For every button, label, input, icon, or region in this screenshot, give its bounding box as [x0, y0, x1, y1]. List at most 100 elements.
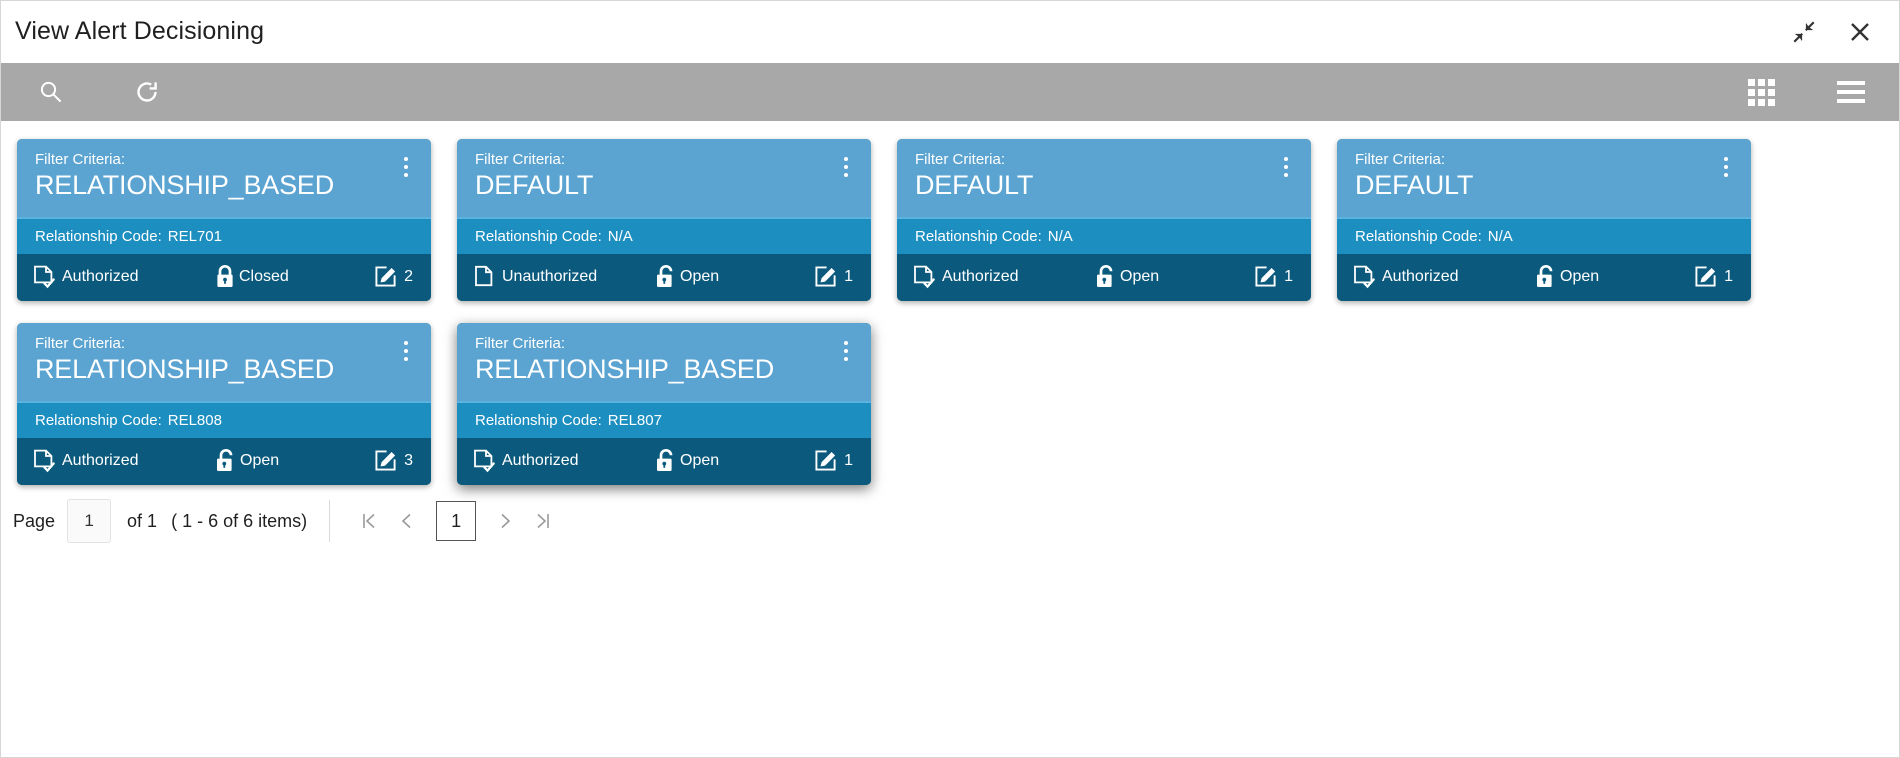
refresh-icon[interactable]: [121, 66, 173, 118]
lock-open-icon: [213, 448, 238, 473]
modification-count: 1: [844, 451, 853, 469]
more-options-icon[interactable]: [835, 337, 857, 365]
window-titlebar: View Alert Decisioning: [1, 1, 1899, 63]
card-relationship-row: Relationship Code: REL808: [17, 401, 431, 438]
modification-count: 2: [404, 267, 413, 285]
document-check-icon: [913, 265, 935, 289]
authorization-status: Authorized: [33, 449, 213, 473]
pagination-bar: Page of 1 ( 1 - 6 of 6 items) 1: [1, 485, 1899, 543]
filter-criteria-label: Filter Criteria:: [475, 151, 566, 168]
authorization-status-label: Unauthorized: [502, 267, 598, 285]
more-options-icon[interactable]: [835, 153, 857, 181]
document-check-icon: [473, 449, 495, 473]
document-check-icon: [33, 265, 55, 289]
authorization-status: Authorized: [33, 265, 213, 289]
edit-count-group[interactable]: 1: [814, 449, 857, 472]
relationship-code-label: Relationship Code:: [915, 228, 1042, 245]
filter-criteria-value: DEFAULT: [915, 169, 1034, 200]
edit-pencil-icon[interactable]: [374, 265, 397, 288]
record-status-label: Open: [1560, 267, 1600, 285]
relationship-code-value: N/A: [607, 228, 633, 245]
alert-decisioning-card[interactable]: Filter Criteria: RELATIONSHIP_BASED Relati…: [17, 139, 431, 301]
edit-pencil-icon[interactable]: [1254, 265, 1277, 288]
lock-open-icon: [653, 448, 678, 473]
page-title: View Alert Decisioning: [15, 17, 265, 45]
first-page-icon[interactable]: [350, 502, 388, 540]
relationship-code-value: N/A: [1487, 228, 1513, 245]
filter-criteria-value: RELATIONSHIP_BASED: [35, 169, 334, 200]
card-status-row: Authorized Open 1: [457, 438, 871, 485]
total-pages-text: of 1: [127, 510, 158, 531]
more-options-icon[interactable]: [395, 337, 417, 365]
lock-open-icon: [1093, 264, 1118, 289]
document-icon: [473, 265, 495, 289]
more-options-icon[interactable]: [395, 153, 417, 181]
alert-decisioning-card[interactable]: Filter Criteria: DEFAULT Relationship Code…: [897, 139, 1311, 301]
action-toolbar: [1, 63, 1899, 121]
next-page-icon[interactable]: [486, 502, 524, 540]
card-header: Filter Criteria: RELATIONSHIP_BASED: [17, 139, 431, 217]
filter-criteria-value: RELATIONSHIP_BASED: [475, 353, 774, 384]
alert-decisioning-card[interactable]: Filter Criteria: DEFAULT Relationship Code…: [1337, 139, 1751, 301]
card-relationship-row: Relationship Code: REL701: [17, 217, 431, 254]
edit-count-group[interactable]: 1: [1694, 265, 1737, 288]
card-header: Filter Criteria: RELATIONSHIP_BASED: [457, 323, 871, 401]
search-icon[interactable]: [25, 66, 77, 118]
close-icon[interactable]: [1845, 17, 1875, 47]
relationship-code-label: Relationship Code:: [1355, 228, 1482, 245]
alert-decisioning-card[interactable]: Filter Criteria: DEFAULT Relationship Code…: [457, 139, 871, 301]
edit-pencil-icon[interactable]: [374, 449, 397, 472]
relationship-code-value: REL701: [167, 228, 222, 245]
authorization-status: Unauthorized: [473, 265, 653, 289]
collapse-arrows-icon[interactable]: [1789, 17, 1819, 47]
record-status: Open: [1093, 264, 1254, 289]
edit-pencil-icon[interactable]: [814, 449, 837, 472]
document-check-icon: [33, 449, 55, 473]
more-options-icon[interactable]: [1715, 153, 1737, 181]
authorization-status-label: Authorized: [62, 451, 139, 469]
page-1-button[interactable]: 1: [436, 501, 477, 541]
relationship-code-label: Relationship Code:: [35, 228, 162, 245]
document-check-icon: [1353, 265, 1375, 289]
card-relationship-row: Relationship Code: N/A: [457, 217, 871, 254]
edit-pencil-icon[interactable]: [814, 265, 837, 288]
card-status-row: Authorized Open 1: [897, 254, 1311, 301]
relationship-code-value: REL807: [607, 412, 662, 429]
alert-decisioning-card[interactable]: Filter Criteria: RELATIONSHIP_BASED Relati…: [457, 323, 871, 485]
card-header: Filter Criteria: DEFAULT: [897, 139, 1311, 217]
card-relationship-row: Relationship Code: REL807: [457, 401, 871, 438]
edit-pencil-icon[interactable]: [1694, 265, 1717, 288]
relationship-code-value: REL808: [167, 412, 222, 429]
previous-page-icon[interactable]: [388, 502, 426, 540]
last-page-icon[interactable]: [524, 502, 562, 540]
page-number-input[interactable]: [67, 499, 112, 543]
list-view-icon[interactable]: [1825, 66, 1877, 118]
record-status-label: Closed: [239, 267, 289, 285]
view-alert-decisioning-window: View Alert Decisioning Filter Criteria: …: [0, 0, 1900, 758]
card-header: Filter Criteria: DEFAULT: [1337, 139, 1751, 217]
card-relationship-row: Relationship Code: N/A: [897, 217, 1311, 254]
grid-view-icon[interactable]: [1735, 66, 1787, 118]
edit-count-group[interactable]: 1: [1254, 265, 1297, 288]
lock-open-icon: [1533, 264, 1558, 289]
record-status: Open: [653, 264, 814, 289]
authorization-status: Authorized: [473, 449, 653, 473]
edit-count-group[interactable]: 3: [374, 449, 417, 472]
alert-decisioning-card[interactable]: Filter Criteria: RELATIONSHIP_BASED Relati…: [17, 323, 431, 485]
card-status-row: Authorized Closed 2: [17, 254, 431, 301]
filter-criteria-value: RELATIONSHIP_BASED: [35, 353, 334, 384]
record-status: Open: [213, 448, 374, 473]
more-options-icon[interactable]: [1275, 153, 1297, 181]
card-status-row: Unauthorized Open 1: [457, 254, 871, 301]
edit-count-group[interactable]: 2: [374, 265, 417, 288]
filter-criteria-label: Filter Criteria:: [1355, 151, 1446, 168]
modification-count: 3: [404, 451, 413, 469]
authorization-status-label: Authorized: [502, 451, 579, 469]
cards-content-area: Filter Criteria: RELATIONSHIP_BASED Relati…: [1, 121, 1899, 757]
page-label: Page: [13, 510, 56, 531]
card-status-row: Authorized Open 1: [1337, 254, 1751, 301]
record-status: Closed: [213, 264, 374, 289]
authorization-status-label: Authorized: [1382, 267, 1459, 285]
edit-count-group[interactable]: 1: [814, 265, 857, 288]
filter-criteria-label: Filter Criteria:: [35, 151, 126, 168]
